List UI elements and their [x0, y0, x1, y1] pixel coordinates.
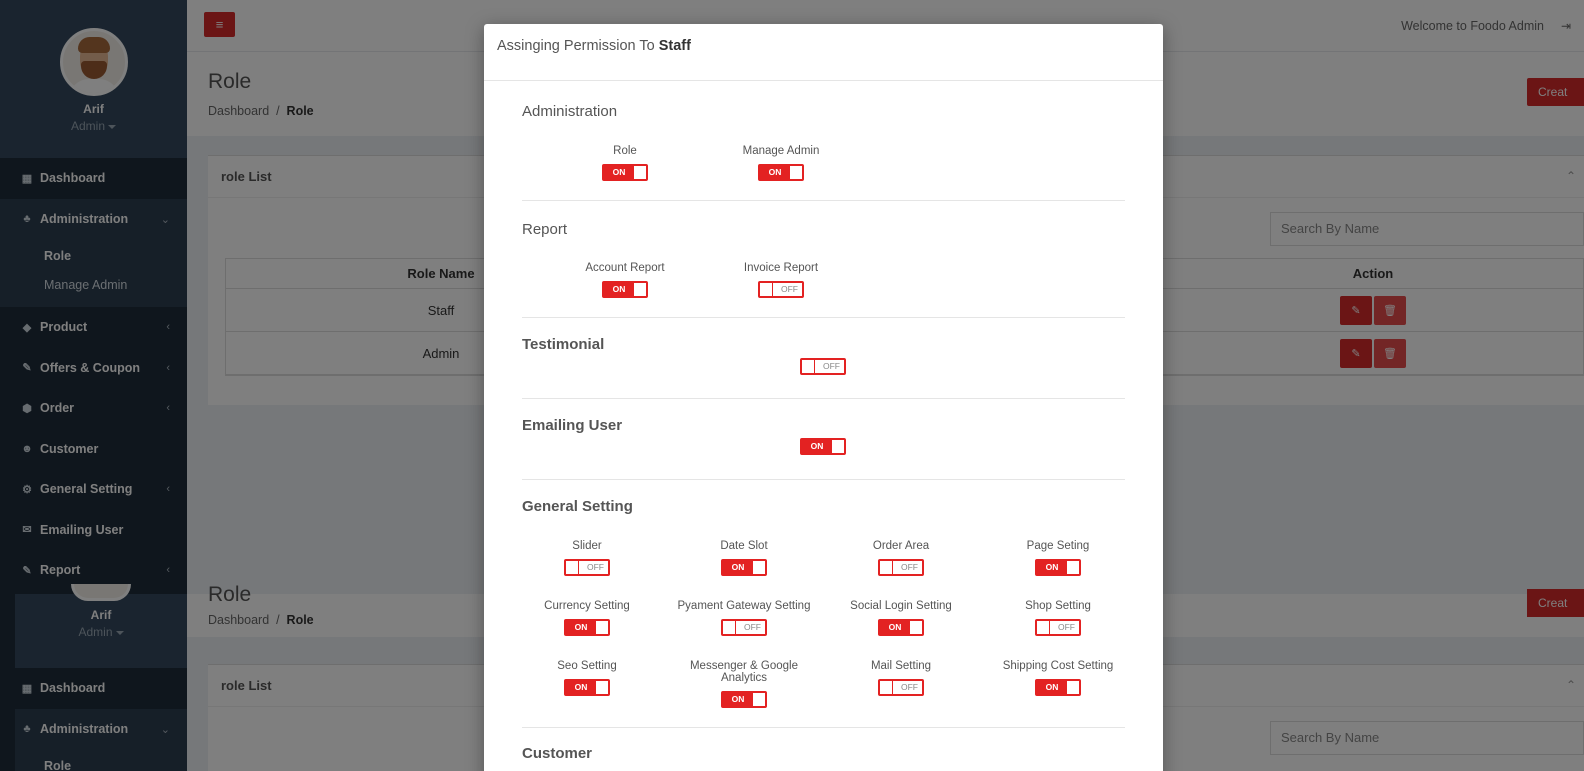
toggle-switch[interactable]: ONOFF — [1035, 619, 1081, 636]
toggle-off-label: OFF — [781, 284, 798, 294]
permission-order-area: Order Area ONOFF — [823, 540, 979, 579]
section-administration: Administration Role ONOFF Manage Admin O… — [522, 81, 1125, 201]
permission-account-report: Account Report ONOFF — [547, 262, 703, 301]
toggle-off-label: OFF — [823, 361, 840, 371]
section-title: General Setting — [522, 498, 633, 515]
toggle-switch[interactable]: ONOFF — [721, 619, 767, 636]
modal-title-role: Staff — [658, 38, 691, 54]
section-general-setting: General Setting Slider ONOFF Date Slot O… — [522, 480, 1125, 728]
section-customer: Customer — [522, 728, 1125, 771]
toggle-switch[interactable]: ONOFF — [878, 679, 924, 696]
permission-label: Role — [613, 145, 637, 157]
section-title: Customer — [522, 745, 593, 762]
permission-currency-setting: Currency Setting ONOFF — [509, 600, 665, 639]
permission-slider: Slider ONOFF — [509, 540, 665, 579]
permission-label: Currency Setting — [544, 600, 630, 612]
toggle-switch[interactable]: ONOFF — [758, 281, 804, 298]
section-title: Emailing User — [522, 417, 623, 434]
permission-label: Shop Setting — [1025, 600, 1091, 612]
toggle-switch[interactable]: ONOFF — [564, 559, 610, 576]
section-testimonial: Testimonial ONOFF — [522, 318, 1125, 399]
permission-testimonial: ONOFF — [745, 351, 901, 378]
toggle-off-label: OFF — [744, 622, 761, 632]
toggle-on-label: ON — [723, 693, 753, 706]
toggle-switch[interactable]: ONOFF — [1035, 559, 1081, 576]
toggle-on-label: ON — [604, 166, 634, 179]
permission-label: Pyament Gateway Setting — [677, 600, 811, 612]
permission-label: Shipping Cost Setting — [1002, 660, 1114, 672]
permission-payment-gateway-setting: Pyament Gateway Setting ONOFF — [666, 600, 822, 639]
toggle-switch[interactable]: ONOFF — [878, 619, 924, 636]
toggle-on-label: ON — [566, 681, 596, 694]
toggle-off-label: OFF — [1058, 622, 1075, 632]
permission-label: Mail Setting — [870, 660, 932, 672]
section-report: Report Account Report ONOFF Invoice Repo… — [522, 201, 1125, 318]
toggle-on-label: ON — [566, 621, 596, 634]
permission-label: Seo Setting — [557, 660, 617, 672]
modal-body: Administration Role ONOFF Manage Admin O… — [484, 81, 1163, 771]
permission-label: Date Slot — [720, 540, 768, 552]
section-title: Testimonial — [522, 336, 605, 353]
toggle-switch[interactable]: ONOFF — [800, 358, 846, 375]
permission-label: Social Login Setting — [850, 600, 952, 612]
permission-date-slot: Date Slot ONOFF — [666, 540, 822, 579]
section-title: Report — [522, 221, 568, 238]
toggle-off-label: OFF — [587, 562, 604, 572]
toggle-switch[interactable]: ONOFF — [564, 679, 610, 696]
section-title: Administration — [522, 103, 618, 120]
toggle-switch[interactable]: ONOFF — [602, 164, 648, 181]
toggle-switch[interactable]: ONOFF — [758, 164, 804, 181]
toggle-on-label: ON — [802, 440, 832, 453]
permission-shop-setting: Shop Setting ONOFF — [980, 600, 1136, 639]
toggle-switch[interactable]: ONOFF — [878, 559, 924, 576]
toggle-switch[interactable]: ONOFF — [564, 619, 610, 636]
toggle-on-label: ON — [880, 621, 910, 634]
modal-title-prefix: Assinging Permission To — [497, 38, 655, 54]
toggle-on-label: ON — [723, 561, 753, 574]
toggle-switch[interactable]: ONOFF — [721, 691, 767, 708]
permission-modal: Assinging Permission To Staff Administra… — [484, 24, 1163, 771]
permission-label: Manage Admin — [742, 145, 820, 157]
toggle-on-label: ON — [760, 166, 790, 179]
permission-label: Order Area — [872, 540, 930, 552]
permission-label: Account Report — [585, 262, 665, 274]
permission-role: Role ONOFF — [547, 145, 703, 184]
toggle-off-label: OFF — [901, 562, 918, 572]
section-emailing-user: Emailing User ONOFF — [522, 399, 1125, 480]
toggle-on-label: ON — [604, 283, 634, 296]
toggle-switch[interactable]: ONOFF — [800, 438, 846, 455]
permission-invoice-report: Invoice Report ONOFF — [703, 262, 859, 301]
permission-label: Page Seting — [1026, 540, 1090, 552]
permission-seo-setting: Seo Setting ONOFF — [509, 660, 665, 699]
toggle-switch[interactable]: ONOFF — [721, 559, 767, 576]
toggle-switch[interactable]: ONOFF — [1035, 679, 1081, 696]
toggle-off-label: OFF — [901, 682, 918, 692]
modal-header: Assinging Permission To Staff — [484, 24, 1163, 81]
permission-page-seting: Page Seting ONOFF — [980, 540, 1136, 579]
permission-manage-admin: Manage Admin ONOFF — [703, 145, 859, 184]
permission-label: Messenger & Google Analytics — [689, 660, 799, 684]
permission-emailing-user: ONOFF — [745, 431, 901, 458]
permission-messenger-google-analytics: Messenger & Google Analytics ONOFF — [666, 660, 822, 711]
permission-social-login-setting: Social Login Setting ONOFF — [823, 600, 979, 639]
toggle-switch[interactable]: ONOFF — [602, 281, 648, 298]
permission-label: Slider — [572, 540, 602, 552]
permission-label: Invoice Report — [743, 262, 819, 274]
toggle-on-label: ON — [1037, 561, 1067, 574]
permission-shipping-cost-setting: Shipping Cost Setting ONOFF — [980, 660, 1136, 699]
toggle-on-label: ON — [1037, 681, 1067, 694]
permission-mail-setting: Mail Setting ONOFF — [823, 660, 979, 699]
